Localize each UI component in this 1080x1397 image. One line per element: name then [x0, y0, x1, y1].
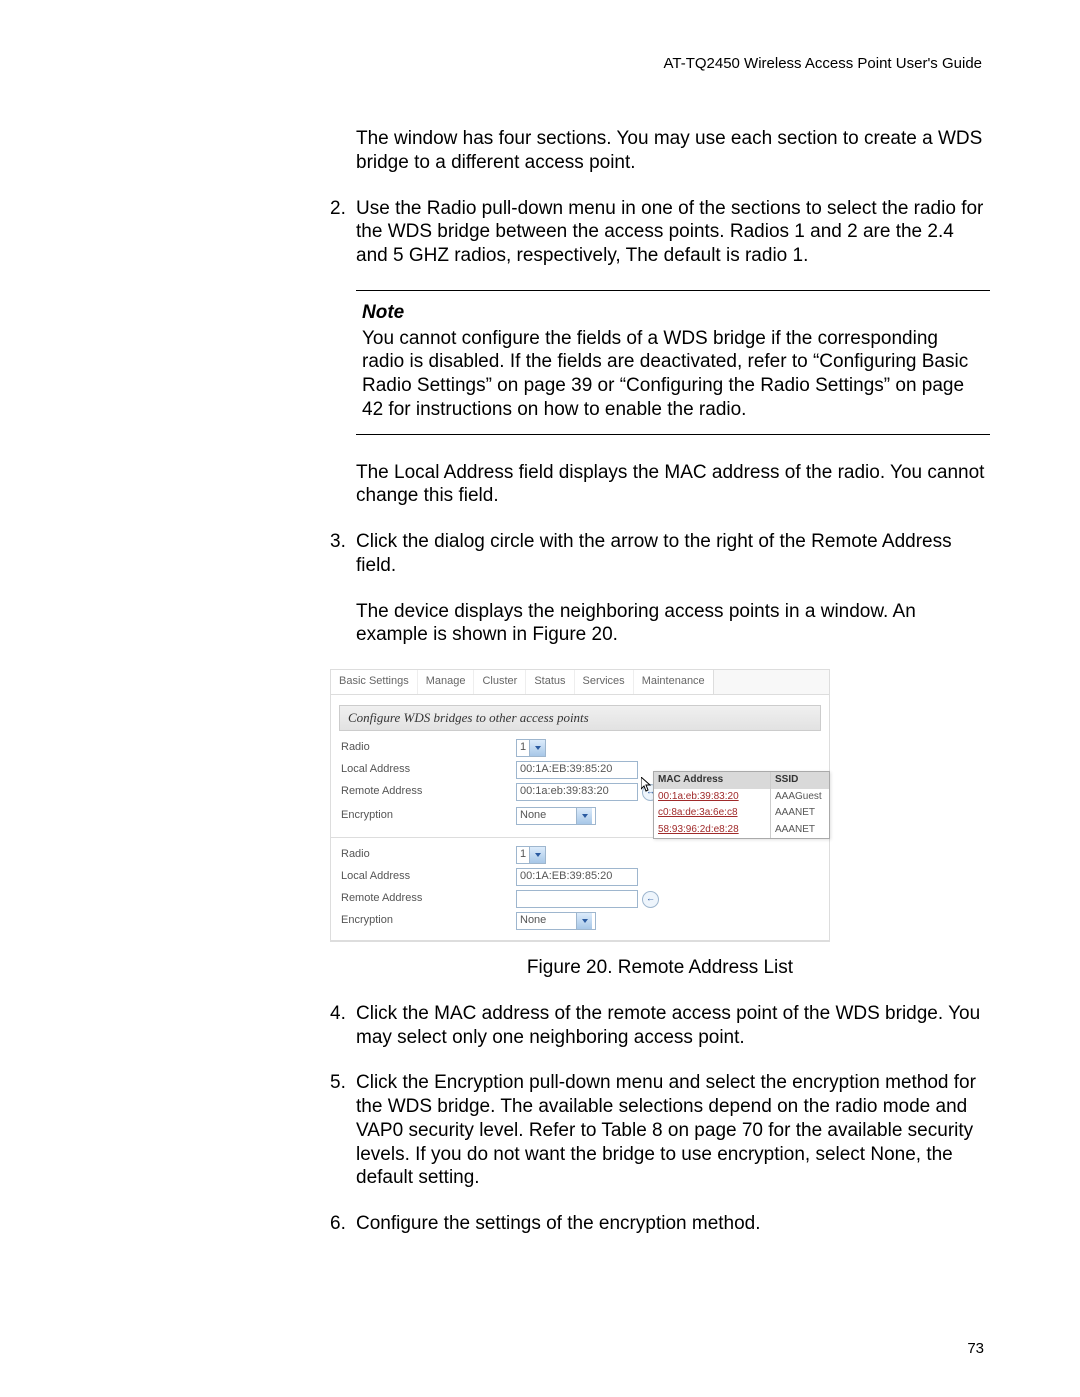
step-body: Click the Encryption pull-down menu and …: [356, 1071, 990, 1190]
local-address-field: 00:1A:EB:39:85:20: [516, 868, 638, 886]
intro-paragraph: The window has four sections. You may us…: [356, 127, 990, 175]
remote-address-list: MAC Address SSID 00:1a:eb:39:83:20 AAAGu…: [653, 771, 830, 839]
chevron-down-icon: [576, 808, 592, 824]
label-remote-address: Remote Address: [341, 785, 516, 799]
encryption-value: None: [520, 914, 546, 928]
note-block: Note You cannot configure the fields of …: [356, 290, 990, 435]
cursor-icon: [641, 777, 653, 793]
tab-maintenance[interactable]: Maintenance: [634, 670, 714, 694]
step-2: 2. Use the Radio pull-down menu in one o…: [330, 197, 990, 268]
label-local-address: Local Address: [341, 870, 516, 884]
page-header: AT-TQ2450 Wireless Access Point User's G…: [90, 55, 990, 72]
step-4: 4. Click the MAC address of the remote a…: [330, 1002, 990, 1050]
page-number: 73: [967, 1340, 984, 1357]
chevron-down-icon: [576, 913, 592, 929]
label-local-address: Local Address: [341, 763, 516, 777]
step-body: Click the MAC address of the remote acce…: [356, 1002, 990, 1050]
note-label: Note: [362, 301, 984, 325]
radio-value: 1: [520, 741, 526, 755]
remote-address-field[interactable]: [516, 890, 638, 908]
radio-select[interactable]: 1: [516, 846, 546, 864]
ap-list-row[interactable]: 00:1a:eb:39:83:20 AAAGuest: [654, 789, 829, 806]
local-address-field: 00:1A:EB:39:85:20: [516, 761, 638, 779]
step-3-tail: The device displays the neighboring acce…: [356, 600, 990, 648]
ap-ssid: AAANET: [771, 822, 829, 839]
tab-services[interactable]: Services: [575, 670, 634, 694]
label-encryption: Encryption: [341, 914, 516, 928]
step-body: Click the dialog circle with the arrow t…: [356, 530, 990, 578]
tab-bar: Basic Settings Manage Cluster Status Ser…: [331, 670, 829, 695]
label-encryption: Encryption: [341, 809, 516, 823]
label-radio: Radio: [341, 741, 516, 755]
chevron-down-icon: [529, 847, 545, 863]
wds-section-2: Radio 1 Local Address 00:1A:EB:39:85:20 …: [331, 838, 829, 941]
tab-status[interactable]: Status: [526, 670, 574, 694]
remote-address-picker-button[interactable]: ←: [642, 891, 659, 908]
step-5: 5. Click the Encryption pull-down menu a…: [330, 1071, 990, 1190]
chevron-down-icon: [529, 740, 545, 756]
encryption-select[interactable]: None: [516, 807, 596, 825]
ap-mac[interactable]: 58:93:96:2d:e8:28: [654, 822, 771, 839]
figure-20: Basic Settings Manage Cluster Status Ser…: [330, 669, 990, 942]
ap-list-row[interactable]: c0:8a:de:3a:6e:c8 AAANET: [654, 805, 829, 822]
tab-basic-settings[interactable]: Basic Settings: [331, 670, 418, 694]
encryption-select[interactable]: None: [516, 912, 596, 930]
step-number: 5.: [330, 1071, 356, 1190]
remote-address-field[interactable]: 00:1a:eb:39:83:20: [516, 783, 638, 801]
ap-mac[interactable]: c0:8a:de:3a:6e:c8: [654, 805, 771, 822]
step-number: 2.: [330, 197, 356, 268]
encryption-value: None: [520, 809, 546, 823]
wds-section-1: Radio 1 Local Address 00:1A:EB:39:85:20 …: [331, 731, 829, 838]
ap-ssid: AAAGuest: [771, 789, 829, 806]
note-body: You cannot configure the fields of a WDS…: [362, 327, 984, 422]
label-remote-address: Remote Address: [341, 892, 516, 906]
step-number: 3.: [330, 530, 356, 578]
step-body: Configure the settings of the encryption…: [356, 1212, 990, 1236]
ap-list-row[interactable]: 58:93:96:2d:e8:28 AAANET: [654, 822, 829, 839]
step-number: 6.: [330, 1212, 356, 1236]
step-body: Use the Radio pull-down menu in one of t…: [356, 197, 990, 268]
step-3: 3. Click the dialog circle with the arro…: [330, 530, 990, 578]
tab-manage[interactable]: Manage: [418, 670, 475, 694]
column-mac-address: MAC Address: [654, 772, 771, 789]
step-number: 4.: [330, 1002, 356, 1050]
radio-select[interactable]: 1: [516, 739, 546, 757]
tab-cluster[interactable]: Cluster: [474, 670, 526, 694]
step-6: 6. Configure the settings of the encrypt…: [330, 1212, 990, 1236]
column-ssid: SSID: [771, 772, 829, 789]
label-radio: Radio: [341, 848, 516, 862]
figure-caption: Figure 20. Remote Address List: [330, 956, 990, 980]
section-title: Configure WDS bridges to other access po…: [339, 705, 821, 731]
ap-mac[interactable]: 00:1a:eb:39:83:20: [654, 789, 771, 806]
ap-ssid: AAANET: [771, 805, 829, 822]
local-address-paragraph: The Local Address field displays the MAC…: [356, 461, 990, 509]
radio-value: 1: [520, 848, 526, 862]
wds-config-panel: Basic Settings Manage Cluster Status Ser…: [330, 669, 830, 942]
